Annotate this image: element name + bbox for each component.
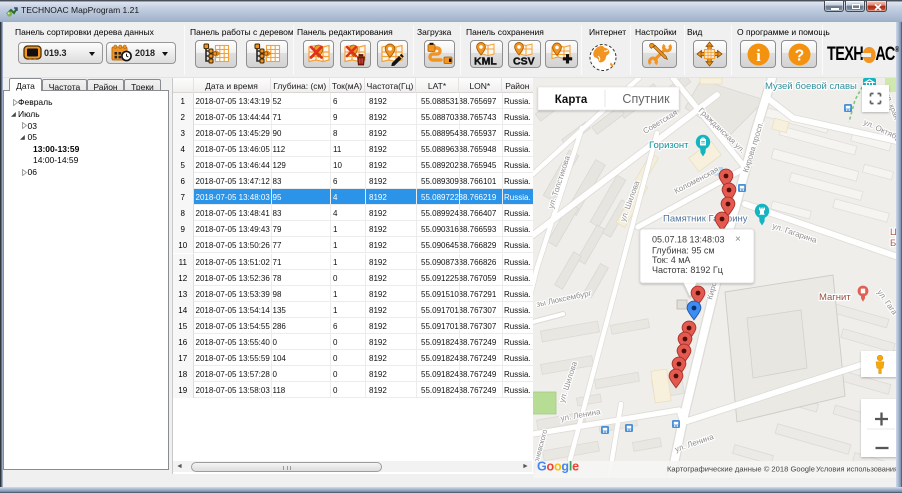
svg-text:i: i <box>756 46 761 65</box>
svg-text:Спутник: Спутник <box>622 92 670 106</box>
svg-text:KML: KML <box>474 56 497 67</box>
svg-text:Музей боевой славы: Музей боевой славы <box>765 81 857 92</box>
svg-text:Бо: Бо <box>890 238 896 249</box>
svg-text:Условия использования: Условия использования <box>816 465 896 474</box>
svg-text:Частота: 8192 Гц: Частота: 8192 Гц <box>652 265 723 275</box>
svg-text:Картографические данные © 2018: Картографические данные © 2018 Google <box>667 465 815 474</box>
svg-text:Магнит: Магнит <box>819 292 851 303</box>
svg-text:05.07.18 13:48:03: 05.07.18 13:48:03 <box>652 235 725 245</box>
svg-text:Це: Це <box>890 227 896 238</box>
svg-text:Карта: Карта <box>555 94 588 106</box>
svg-text:Горизонт: Горизонт <box>649 140 689 151</box>
svg-text:×: × <box>735 234 741 245</box>
svg-text:Глубина: 95 см: Глубина: 95 см <box>652 245 715 255</box>
svg-text:Памятник Гагарину: Памятник Гагарину <box>663 214 748 225</box>
svg-text:Google: Google <box>537 460 579 474</box>
svg-text:?: ? <box>794 47 803 64</box>
svg-text:Ток: 4 мА: Ток: 4 мА <box>652 255 690 265</box>
svg-text:CSV: CSV <box>513 56 535 67</box>
